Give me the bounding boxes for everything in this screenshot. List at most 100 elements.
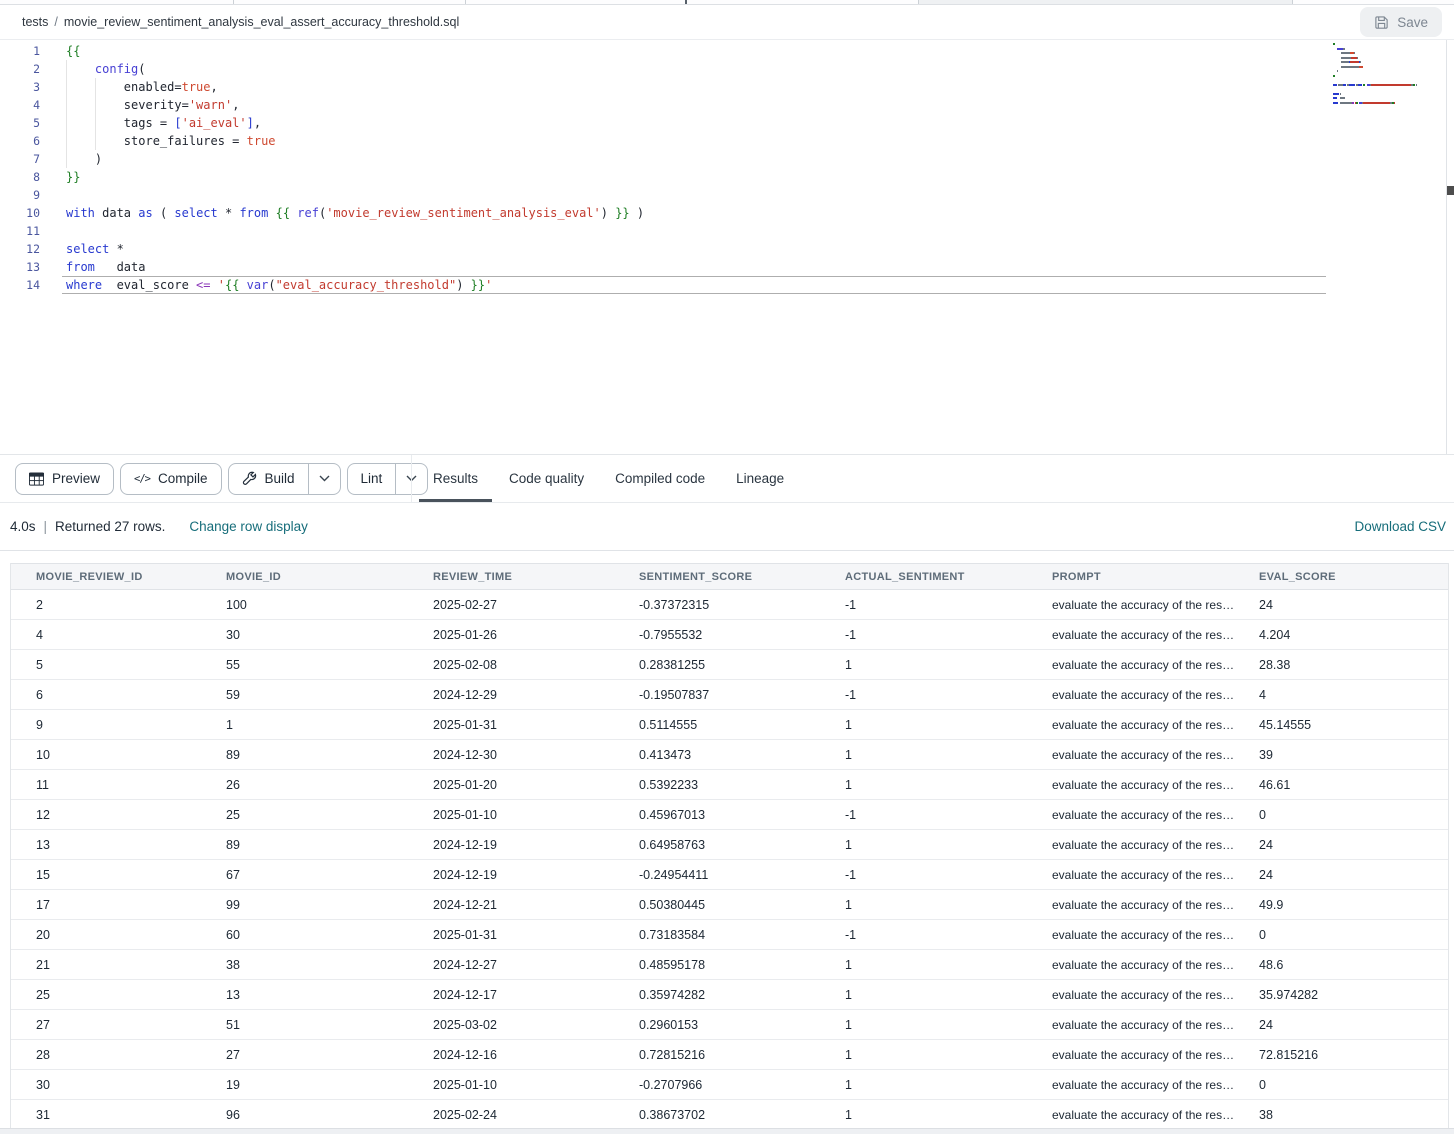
- code-line: 11: [0, 222, 1454, 240]
- line-number: 6: [0, 132, 40, 150]
- minimap-line: [1333, 93, 1445, 95]
- code-editor[interactable]: 1 {{ 2 config( 3 enabled=true, 4 severit…: [0, 40, 1454, 455]
- prompt-cell[interactable]: evaluate the accuracy of the res…: [1027, 628, 1234, 642]
- prompt-cell[interactable]: evaluate the accuracy of the res…: [1027, 868, 1234, 882]
- prompt-cell[interactable]: evaluate the accuracy of the res…: [1027, 658, 1234, 672]
- prompt-preview-text: evaluate the accuracy of the res…: [1052, 1108, 1234, 1122]
- column-header-actual_sentiment: ACTUAL_SENTIMENT: [820, 571, 1027, 583]
- prompt-cell[interactable]: evaluate the accuracy of the res…: [1027, 688, 1234, 702]
- prompt-cell[interactable]: evaluate the accuracy of the res…: [1027, 1018, 1234, 1032]
- prompt-cell[interactable]: evaluate the accuracy of the res…: [1027, 988, 1234, 1002]
- table-cell: 38: [1234, 1108, 1448, 1122]
- table-cell: 0.35974282: [614, 988, 820, 1002]
- status-separator: |: [44, 519, 48, 534]
- table-cell: 60: [201, 928, 408, 942]
- table-cell: 0.413473: [614, 748, 820, 762]
- table-cell: 35.974282: [1234, 988, 1448, 1002]
- code-line: 10 with data as ( select * from {{ ref('…: [0, 204, 1454, 222]
- table-cell: -1: [820, 868, 1027, 882]
- code-line-text: from data: [62, 258, 1326, 276]
- prompt-cell[interactable]: evaluate the accuracy of the res…: [1027, 1078, 1234, 1092]
- line-number: 12: [0, 240, 40, 258]
- table-row: 25132024-12-170.359742821evaluate the ac…: [11, 980, 1448, 1010]
- line-number: 14: [0, 276, 40, 294]
- code-line-text: severity='warn',: [62, 96, 1326, 114]
- tab-results[interactable]: Results: [419, 455, 492, 502]
- table-cell: -0.7955532: [614, 628, 820, 642]
- download-csv-link[interactable]: Download CSV: [1354, 519, 1446, 534]
- prompt-cell[interactable]: evaluate the accuracy of the res…: [1027, 838, 1234, 852]
- prompt-cell[interactable]: evaluate the accuracy of the res…: [1027, 748, 1234, 762]
- table-cell: -0.37372315: [614, 598, 820, 612]
- build-button[interactable]: Build: [228, 463, 341, 495]
- table-row: 31962025-02-240.386737021evaluate the ac…: [11, 1100, 1448, 1130]
- compile-button[interactable]: </> Compile: [120, 463, 222, 495]
- minimap[interactable]: [1333, 43, 1445, 106]
- change-row-display-link[interactable]: Change row display: [189, 519, 308, 534]
- prompt-cell[interactable]: evaluate the accuracy of the res…: [1027, 778, 1234, 792]
- table-cell: 11: [11, 778, 201, 792]
- code-line: 3 enabled=true,: [0, 78, 1454, 96]
- prompt-preview-text: evaluate the accuracy of the res…: [1052, 868, 1234, 882]
- table-cell: 20: [11, 928, 201, 942]
- table-cell: 48.6: [1234, 958, 1448, 972]
- build-button-label: Build: [265, 471, 295, 486]
- prompt-preview-text: evaluate the accuracy of the res…: [1052, 688, 1234, 702]
- save-button[interactable]: Save: [1360, 7, 1442, 37]
- table-cell: 12: [11, 808, 201, 822]
- prompt-cell[interactable]: evaluate the accuracy of the res…: [1027, 958, 1234, 972]
- prompt-cell[interactable]: evaluate the accuracy of the res…: [1027, 898, 1234, 912]
- code-line: 8 }}: [0, 168, 1454, 186]
- table-cell: 0: [1234, 808, 1448, 822]
- table-cell: 2024-12-21: [408, 898, 614, 912]
- results-table: MOVIE_REVIEW_IDMOVIE_IDREVIEW_TIMESENTIM…: [10, 563, 1449, 1130]
- code-line: 2 config(: [0, 60, 1454, 78]
- table-cell: 24: [1234, 598, 1448, 612]
- table-row: 21382024-12-270.485951781evaluate the ac…: [11, 950, 1448, 980]
- horizontal-scrollbar[interactable]: [0, 1128, 1454, 1134]
- tab-lineage[interactable]: Lineage: [722, 455, 798, 502]
- query-status-bar: 4.0s | Returned 27 rows. Change row disp…: [0, 502, 1454, 551]
- code-line-text: with data as ( select * from {{ ref('mov…: [62, 204, 1326, 222]
- table-cell: 27: [11, 1018, 201, 1032]
- lint-button[interactable]: Lint: [347, 463, 429, 495]
- table-cell: -0.2707966: [614, 1078, 820, 1092]
- table-cell: -0.19507837: [614, 688, 820, 702]
- prompt-preview-text: evaluate the accuracy of the res…: [1052, 598, 1234, 612]
- minimap-line: [1333, 48, 1445, 50]
- tab-label: Results: [433, 471, 478, 486]
- code-line: 12 select *: [0, 240, 1454, 258]
- table-row: 10892024-12-300.4134731evaluate the accu…: [11, 740, 1448, 770]
- preview-button[interactable]: Preview: [15, 463, 114, 495]
- line-number: 5: [0, 114, 40, 132]
- table-cell: 6: [11, 688, 201, 702]
- code-line-text: store_failures = true: [62, 132, 1326, 150]
- table-cell: -1: [820, 928, 1027, 942]
- prompt-cell[interactable]: evaluate the accuracy of the res…: [1027, 598, 1234, 612]
- build-dropdown-button[interactable]: [308, 464, 340, 494]
- table-cell: 2025-02-24: [408, 1108, 614, 1122]
- table-cell: 0.5114555: [614, 718, 820, 732]
- table-row: 11262025-01-200.53922331evaluate the acc…: [11, 770, 1448, 800]
- table-cell: 89: [201, 838, 408, 852]
- tab-code-quality[interactable]: Code quality: [495, 455, 598, 502]
- table-cell: 2024-12-19: [408, 868, 614, 882]
- table-cell: 0: [1234, 1078, 1448, 1092]
- line-number: 3: [0, 78, 40, 96]
- tab-compiled-code[interactable]: Compiled code: [601, 455, 719, 502]
- tab-separator: [465, 0, 466, 4]
- table-cell: 25: [201, 808, 408, 822]
- minimap-line: [1333, 52, 1445, 54]
- editor-scrollbar-thumb[interactable]: [1447, 186, 1454, 195]
- prompt-preview-text: evaluate the accuracy of the res…: [1052, 658, 1234, 672]
- tab-separator: [685, 0, 687, 4]
- prompt-cell[interactable]: evaluate the accuracy of the res…: [1027, 808, 1234, 822]
- prompt-cell[interactable]: evaluate the accuracy of the res…: [1027, 1048, 1234, 1062]
- prompt-cell[interactable]: evaluate the accuracy of the res…: [1027, 718, 1234, 732]
- table-cell: 27: [201, 1048, 408, 1062]
- prompt-cell[interactable]: evaluate the accuracy of the res…: [1027, 928, 1234, 942]
- table-cell: 0.38673702: [614, 1108, 820, 1122]
- table-cell: 1: [820, 658, 1027, 672]
- prompt-cell[interactable]: evaluate the accuracy of the res…: [1027, 1108, 1234, 1122]
- table-cell: 2: [11, 598, 201, 612]
